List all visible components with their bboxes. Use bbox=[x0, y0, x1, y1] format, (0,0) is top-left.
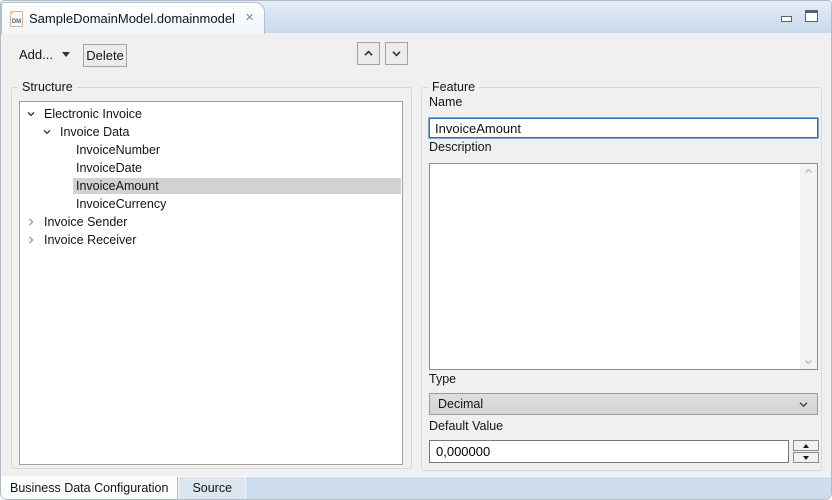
dropdown-caret-icon bbox=[62, 52, 70, 57]
spinner-down-button[interactable] bbox=[793, 452, 819, 463]
editor-tab-title: SampleDomainModel.domainmodel bbox=[29, 11, 235, 26]
tree-item-invoice-sender[interactable]: Invoice Sender bbox=[20, 213, 402, 231]
file-icon-fold bbox=[10, 11, 15, 16]
spinner-up-button[interactable] bbox=[793, 440, 819, 451]
triangle-up-icon bbox=[803, 444, 809, 448]
triangle-down-icon bbox=[803, 456, 809, 460]
tree-item-invoice-receiver[interactable]: Invoice Receiver bbox=[20, 231, 402, 249]
type-select-value: Decimal bbox=[438, 397, 483, 411]
page-tab-source[interactable]: Source bbox=[178, 477, 246, 499]
page-tab-label: Business Data Configuration bbox=[10, 481, 168, 495]
add-dropdown-button[interactable]: Add... bbox=[15, 43, 74, 66]
chevron-up-icon bbox=[362, 47, 375, 60]
editor-tab-strip: DM SampleDomainModel.domainmodel ✕ bbox=[1, 1, 831, 34]
file-icon-text: DM bbox=[12, 18, 21, 26]
structure-group-label: Structure bbox=[18, 80, 77, 95]
tree-item-label: InvoiceNumber bbox=[73, 142, 401, 158]
page-tab-business-data-configuration[interactable]: Business Data Configuration bbox=[1, 477, 178, 499]
tree-item-electronic-invoice[interactable]: Electronic Invoice bbox=[20, 105, 402, 123]
tree-item-invoiceamount[interactable]: InvoiceAmount bbox=[20, 177, 402, 195]
default-value-input[interactable] bbox=[429, 440, 789, 463]
minimize-icon[interactable] bbox=[781, 16, 792, 22]
scroll-up-icon[interactable] bbox=[804, 167, 813, 175]
tree-item-invoicedate[interactable]: InvoiceDate bbox=[20, 159, 402, 177]
tree-collapsed-chevron-icon[interactable] bbox=[26, 217, 36, 227]
description-textarea[interactable] bbox=[430, 164, 800, 369]
name-input[interactable] bbox=[429, 118, 818, 138]
editor-tab-sampledomainmodel[interactable]: DM SampleDomainModel.domainmodel ✕ bbox=[1, 2, 265, 34]
tree-item-label: Invoice Receiver bbox=[41, 232, 401, 248]
tree-item-invoice-data[interactable]: Invoice Data bbox=[20, 123, 402, 141]
move-up-button[interactable] bbox=[357, 42, 380, 65]
move-down-button[interactable] bbox=[385, 42, 408, 65]
view-window-buttons bbox=[781, 10, 818, 22]
structure-group: Structure Electronic InvoiceInvoice Data… bbox=[11, 87, 412, 469]
tab-close-icon[interactable]: ✕ bbox=[245, 13, 254, 24]
default-value-spinner bbox=[793, 440, 819, 463]
description-box bbox=[429, 163, 818, 370]
name-label: Name bbox=[429, 95, 462, 110]
tree-collapsed-chevron-icon[interactable] bbox=[26, 235, 36, 245]
delete-button[interactable]: Delete bbox=[83, 44, 127, 67]
tree-item-label: Invoice Data bbox=[57, 124, 401, 140]
tree-expanded-chevron-icon[interactable] bbox=[42, 127, 52, 137]
tree-item-label: InvoiceAmount bbox=[73, 178, 401, 194]
description-label: Description bbox=[429, 140, 492, 155]
tree-expanded-chevron-icon[interactable] bbox=[26, 109, 36, 119]
bottom-tab-strip: Business Data Configuration Source bbox=[1, 476, 831, 499]
maximize-icon[interactable] bbox=[805, 10, 818, 22]
structure-tree[interactable]: Electronic Invoice Invoice Data InvoiceNum… bbox=[19, 101, 403, 465]
scroll-down-icon[interactable] bbox=[804, 358, 813, 366]
add-button-label: Add... bbox=[19, 47, 53, 62]
delete-button-label: Delete bbox=[86, 48, 124, 63]
editor-window: DM SampleDomainModel.domainmodel ✕ Add..… bbox=[0, 0, 832, 500]
tree-item-invoicenumber[interactable]: InvoiceNumber bbox=[20, 141, 402, 159]
tree-item-label: InvoiceCurrency bbox=[73, 196, 401, 212]
chevron-down-icon bbox=[798, 399, 809, 410]
tree-item-label: Electronic Invoice bbox=[41, 106, 401, 122]
description-scrollbar[interactable] bbox=[800, 164, 817, 369]
feature-group-label: Feature bbox=[428, 80, 479, 95]
default-value-label: Default Value bbox=[429, 419, 503, 434]
chevron-down-icon bbox=[390, 47, 403, 60]
tree-item-label: Invoice Sender bbox=[41, 214, 401, 230]
feature-group: Feature Name Description Type Decimal De… bbox=[421, 87, 822, 471]
domainmodel-file-icon: DM bbox=[10, 11, 23, 27]
type-label: Type bbox=[429, 372, 456, 387]
tree-item-label: InvoiceDate bbox=[73, 160, 401, 176]
tree-item-invoicecurrency[interactable]: InvoiceCurrency bbox=[20, 195, 402, 213]
type-select[interactable]: Decimal bbox=[429, 393, 818, 415]
page-tab-label: Source bbox=[192, 481, 232, 495]
